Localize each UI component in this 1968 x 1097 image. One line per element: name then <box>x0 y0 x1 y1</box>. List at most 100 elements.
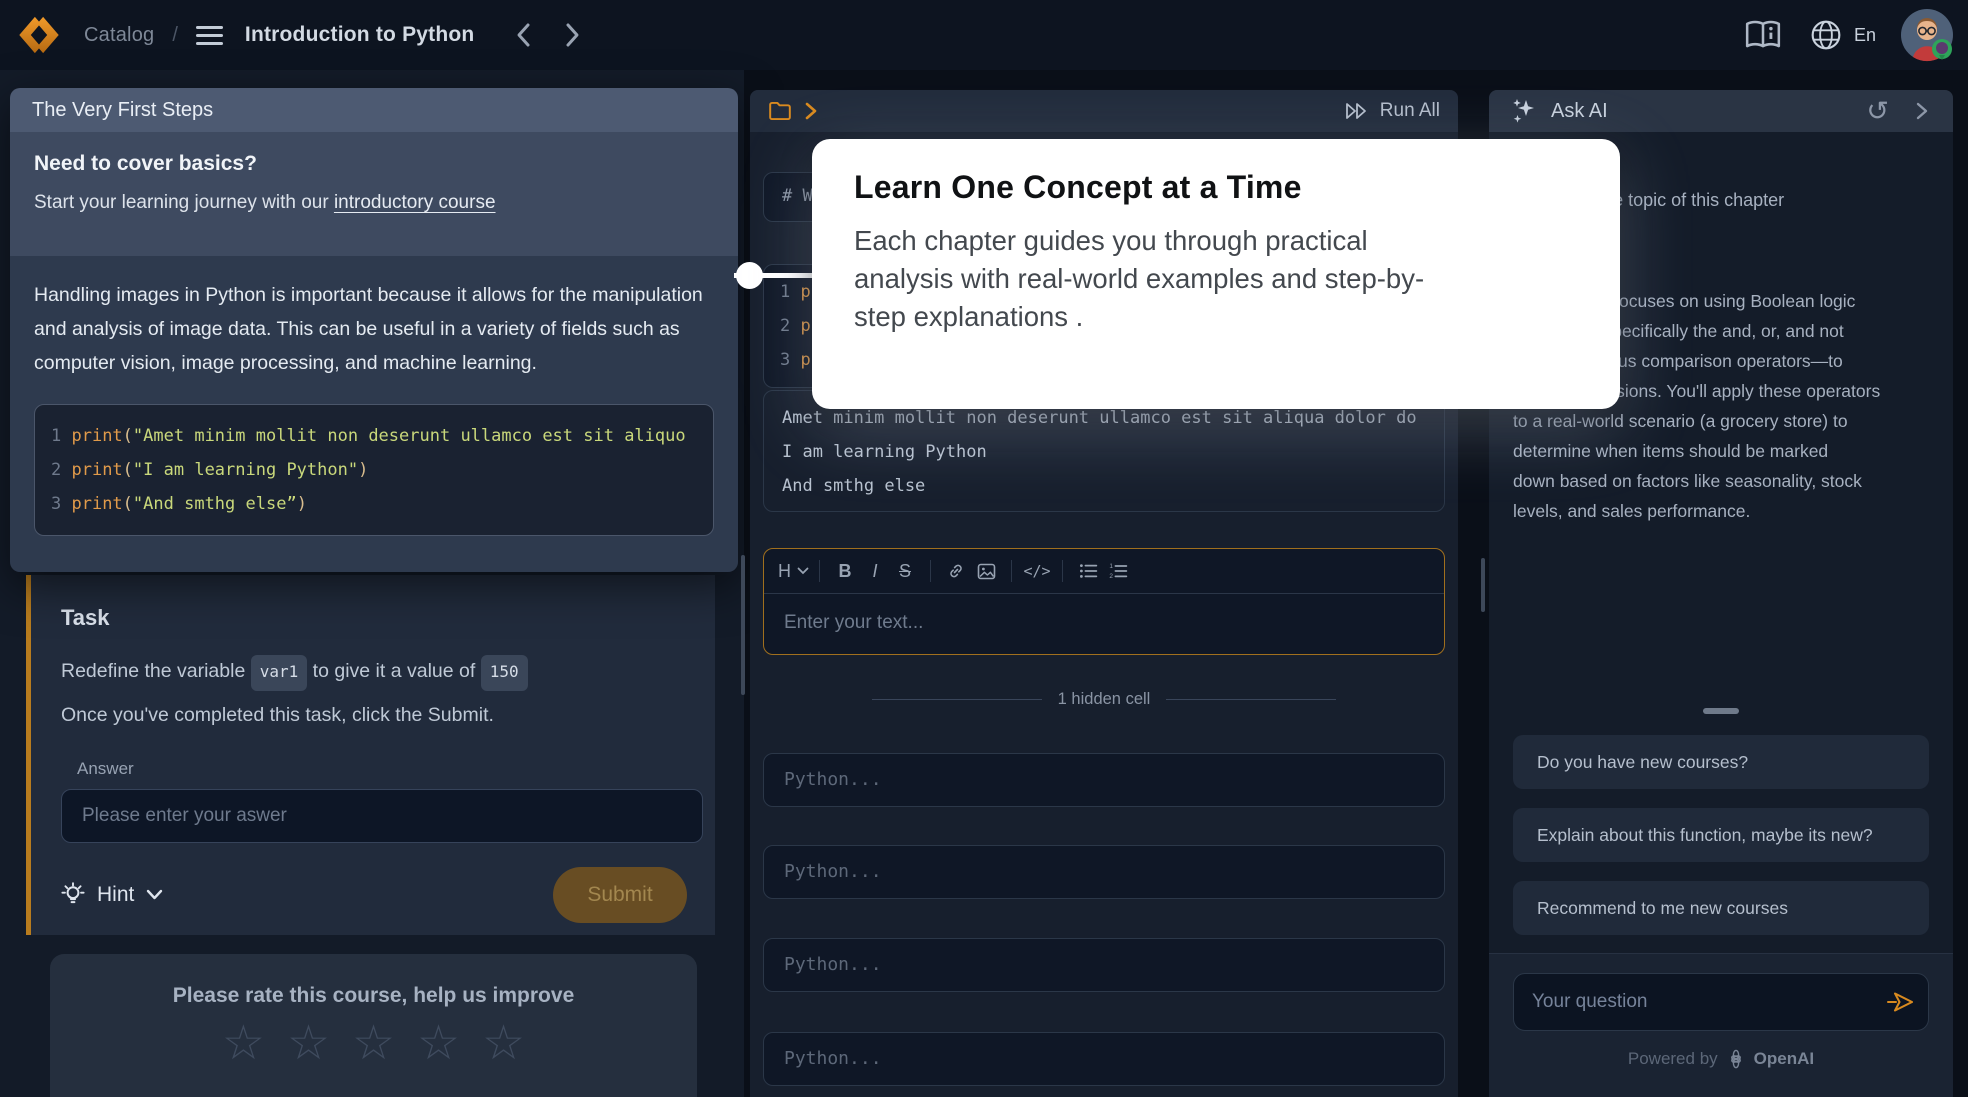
link-icon <box>947 562 965 580</box>
tutorial-tooltip: Learn One Concept at a Time Each chapter… <box>812 139 1620 409</box>
chevron-left-icon <box>514 22 534 48</box>
star-icon[interactable]: ☆ <box>352 1018 395 1070</box>
ordered-list-button[interactable]: 1 2 <box>1103 556 1133 586</box>
app-logo-icon[interactable] <box>16 13 62 57</box>
ask-ai-header: Ask AI ↺ <box>1489 90 1953 132</box>
hint-button[interactable]: Hint <box>61 882 163 908</box>
star-icon[interactable]: ☆ <box>287 1018 330 1070</box>
code-block: 1 print("Amet minim mollit non deserunt … <box>34 404 714 536</box>
task-title: Task <box>61 605 687 631</box>
strikethrough-button[interactable]: S <box>890 556 920 586</box>
drag-handle[interactable] <box>1703 708 1739 714</box>
toolbar-divider <box>930 560 931 582</box>
star-icon[interactable]: ☆ <box>417 1018 460 1070</box>
language-label[interactable]: En <box>1854 25 1876 46</box>
italic-button[interactable]: I <box>860 556 890 586</box>
tooltip-line: step explanations . <box>854 298 1578 336</box>
code-chip-150: 150 <box>481 655 528 691</box>
folder-icon[interactable] <box>768 100 792 122</box>
globe-icon <box>1810 19 1842 51</box>
breadcrumb-separator: / <box>172 24 178 47</box>
python-cell[interactable]: Python... <box>763 1032 1445 1086</box>
submit-button[interactable]: Submit <box>553 867 687 923</box>
notebook-toolbar: Run All <box>750 90 1458 132</box>
rate-title: Please rate this course, help us improve <box>50 984 697 1008</box>
python-cell[interactable]: Python... <box>763 845 1445 899</box>
run-all-label: Run All <box>1380 100 1440 122</box>
python-cell[interactable]: Python... <box>763 753 1445 807</box>
reset-icon[interactable]: ↺ <box>1866 98 1889 125</box>
ordered-list-icon: 1 2 <box>1109 563 1128 579</box>
task-instruction-2: Once you've completed this task, click t… <box>61 699 687 731</box>
svg-text:1: 1 <box>1109 563 1113 570</box>
navbar: Catalog / Introduction to Python <box>0 0 1968 70</box>
bold-button[interactable]: B <box>830 556 860 586</box>
suggestion-chip[interactable]: Explain about this function, maybe its n… <box>1513 808 1929 862</box>
run-all-button[interactable]: Run All <box>1344 100 1440 122</box>
code-format-button[interactable]: </> <box>1022 556 1052 586</box>
basics-banner: Need to cover basics? Start your learnin… <box>10 132 738 256</box>
heading-button[interactable]: H <box>778 556 809 586</box>
send-button[interactable] <box>1886 991 1914 1013</box>
rich-text-editor: H B I S <box>763 548 1445 655</box>
chevron-down-icon <box>797 567 809 575</box>
next-chapter-button[interactable] <box>562 22 582 48</box>
chapter-body: Handling images in Python is important b… <box>10 256 738 572</box>
editor-text-input[interactable] <box>764 594 1444 652</box>
tooltip-body: Each chapter guides you through practica… <box>854 222 1578 336</box>
svg-text:2: 2 <box>1109 573 1113 579</box>
summary-line: down based on factors like seasonality, … <box>1513 466 1937 496</box>
answer-input[interactable] <box>61 789 703 843</box>
bullet-list-button[interactable] <box>1073 556 1103 586</box>
image-button[interactable] <box>971 556 1001 586</box>
star-icon[interactable]: ☆ <box>482 1018 525 1070</box>
link-button[interactable] <box>941 556 971 586</box>
question-box <box>1513 973 1929 1031</box>
toolbar-divider <box>1062 560 1063 582</box>
code-line: 1 print("Amet minim mollit non deserunt … <box>51 419 697 453</box>
ask-ai-footer: Powered by OpenAI <box>1489 953 1953 1097</box>
chapter-paragraph: Handling images in Python is important b… <box>34 278 724 380</box>
collapse-panel-button[interactable] <box>1915 101 1929 121</box>
avatar[interactable] <box>1900 8 1954 62</box>
rate-course-card: Please rate this course, help us improve… <box>50 954 697 1097</box>
code-chip-var1: var1 <box>251 655 308 691</box>
tooltip-line: analysis with real-world examples and st… <box>854 260 1578 298</box>
book-info-icon <box>1744 19 1782 51</box>
suggestion-chip[interactable]: Do you have new courses? <box>1513 735 1929 789</box>
breadcrumb-catalog[interactable]: Catalog <box>84 24 154 47</box>
chapter-header: The Very First Steps <box>10 88 738 132</box>
task-card: Task Redefine the variable var1 to give … <box>26 575 715 935</box>
answer-label: Answer <box>77 759 687 779</box>
introductory-course-link[interactable]: introductory course <box>334 192 496 213</box>
star-icon[interactable]: ☆ <box>222 1018 265 1070</box>
question-input[interactable] <box>1514 974 1886 1030</box>
menu-icon[interactable] <box>196 26 223 45</box>
scrollbar-thumb[interactable] <box>1481 558 1485 612</box>
hint-label: Hint <box>97 883 134 907</box>
star-rating: ☆ ☆ ☆ ☆ ☆ <box>50 1018 697 1070</box>
output-line: And smthg else <box>782 469 1426 503</box>
tooltip-connector-dot <box>736 262 763 289</box>
expand-chevron-icon[interactable] <box>804 101 818 121</box>
docs-button[interactable] <box>1744 19 1782 51</box>
basics-title: Need to cover basics? <box>34 152 714 176</box>
toolbar-divider <box>819 560 820 582</box>
chevron-right-icon <box>1915 101 1929 121</box>
run-all-icon <box>1344 101 1370 121</box>
editor-toolbar: H B I S <box>764 549 1444 594</box>
language-button[interactable] <box>1810 19 1842 51</box>
code-line: 2 print("I am learning Python") <box>51 453 697 487</box>
chevron-right-icon <box>562 22 582 48</box>
hidden-cell-label: 1 hidden cell <box>1058 690 1151 709</box>
prev-chapter-button[interactable] <box>514 22 534 48</box>
summary-line: levels, and sales performance. <box>1513 496 1937 526</box>
chapter-overlay-card: The Very First Steps Need to cover basic… <box>10 88 738 572</box>
suggestion-chip[interactable]: Recommend to me new courses <box>1513 881 1929 935</box>
scrollbar-thumb[interactable] <box>741 555 745 695</box>
ask-ai-title: Ask AI <box>1551 100 1608 123</box>
python-cell[interactable]: Python... <box>763 938 1445 992</box>
code-line: 3 print("And smthg else”) <box>51 487 697 521</box>
summary-line: determine when items should be marked <box>1513 436 1937 466</box>
hidden-cell-divider[interactable]: 1 hidden cell <box>750 690 1458 709</box>
